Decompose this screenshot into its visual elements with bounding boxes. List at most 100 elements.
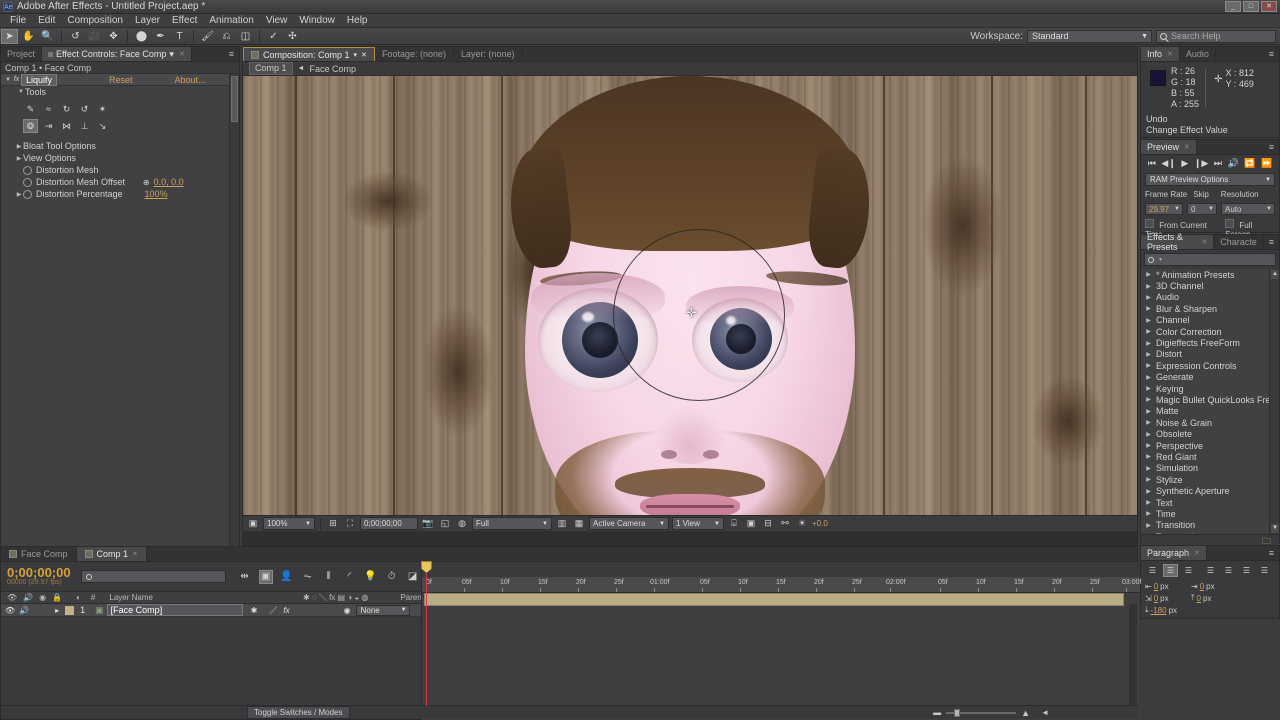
zoom-slider-track[interactable] xyxy=(946,708,1017,717)
list-item[interactable]: ▶ Perspective xyxy=(1141,440,1279,451)
minimize-button[interactable]: _ xyxy=(1225,1,1241,12)
panel-menu-icon[interactable]: ≡ xyxy=(1264,235,1279,249)
list-item[interactable]: ▶ * Animation Presets xyxy=(1141,269,1279,280)
bloat-tool-options-row[interactable]: ▶ Bloat Tool Options xyxy=(1,140,239,152)
grid-guides-icon[interactable]: ⊞ xyxy=(326,517,340,530)
auto-keyframe-icon[interactable]: ⏱ xyxy=(385,570,399,584)
disclosure-triangle-icon[interactable]: ▶ xyxy=(1145,408,1152,415)
zoom-level-select[interactable]: 100% ▼ xyxy=(263,517,315,530)
disclosure-triangle-icon[interactable]: ▼ xyxy=(4,77,12,83)
twirl-counterclockwise-tool-icon[interactable]: ↺ xyxy=(77,102,92,116)
justify-last-center-icon[interactable]: ☰ xyxy=(1221,564,1236,577)
list-item[interactable]: ▶ Expression Controls xyxy=(1141,360,1279,371)
chevron-down-icon[interactable]: ▾ xyxy=(169,49,174,60)
next-frame-icon[interactable]: ❙▶ xyxy=(1194,158,1208,169)
shape-tool-icon[interactable]: ⬤ xyxy=(133,29,150,44)
align-right-icon[interactable]: ☰ xyxy=(1181,564,1196,577)
layer-switch-shy[interactable]: ✱ xyxy=(251,606,258,615)
show-snapshot-icon[interactable]: ◱ xyxy=(438,517,452,530)
list-item[interactable]: ▶ Red Giant xyxy=(1141,451,1279,462)
indent-left-value[interactable]: 0 xyxy=(1154,582,1158,591)
turbulence-tool-icon[interactable]: ≈ xyxy=(41,102,56,116)
camera-tool-icon[interactable]: 🎥 xyxy=(86,29,103,44)
pixel-aspect-correction-icon[interactable]: ⌸ xyxy=(727,517,741,530)
disclosure-triangle-icon[interactable]: ▶ xyxy=(1145,510,1152,517)
close-icon[interactable]: ✕ xyxy=(132,550,138,558)
reflection-tool-icon[interactable]: ⋈ xyxy=(59,119,74,133)
disclosure-triangle-icon[interactable]: ▶ xyxy=(1145,271,1152,278)
draft-3d-icon[interactable]: ▣ xyxy=(258,569,273,584)
exposure-reset-icon[interactable]: ☀ xyxy=(795,517,809,530)
region-interest-toggle-icon[interactable]: ▥ xyxy=(555,517,569,530)
layer-audio-toggle[interactable]: 🔊 xyxy=(19,606,29,615)
reset-link[interactable]: Reset xyxy=(109,75,133,85)
close-icon[interactable]: ✕ xyxy=(1184,143,1190,151)
tab-footage[interactable]: Footage: (none) xyxy=(375,47,454,61)
menu-composition[interactable]: Composition xyxy=(61,14,129,28)
scrollbar-thumb[interactable] xyxy=(231,76,238,122)
tab-paragraph[interactable]: Paragraph ✕ xyxy=(1141,546,1207,560)
brainstorm-icon[interactable]: 💡 xyxy=(364,570,378,584)
space-after-value[interactable]: -180 xyxy=(1151,606,1167,615)
type-tool-icon[interactable]: T xyxy=(171,29,188,44)
puppet-tool-icon[interactable]: ✣ xyxy=(284,29,301,44)
menu-layer[interactable]: Layer xyxy=(129,14,166,28)
effects-search-input[interactable]: ▾ xyxy=(1144,253,1276,266)
disclosure-triangle-icon[interactable]: ▶ xyxy=(15,191,23,198)
justify-last-right-icon[interactable]: ☰ xyxy=(1239,564,1254,577)
tab-info[interactable]: Info ✕ xyxy=(1141,47,1180,61)
always-preview-icon[interactable]: ▣ xyxy=(246,517,260,530)
brush-tool-icon[interactable]: 🖌 xyxy=(199,29,216,44)
selection-tool-icon[interactable]: ➤ xyxy=(1,28,18,44)
menu-view[interactable]: View xyxy=(260,14,294,28)
list-item[interactable]: ▶ Blur & Sharpen xyxy=(1141,303,1279,314)
tab-composition[interactable]: Composition: Comp 1 ▾ ✕ xyxy=(243,47,375,61)
viewer-timecode[interactable]: 0;00;00;00 xyxy=(360,517,418,530)
align-left-icon[interactable]: ☰ xyxy=(1145,564,1160,577)
current-timecode[interactable]: 0;00;00;00 xyxy=(7,566,71,579)
list-item[interactable]: ▶ Matte xyxy=(1141,406,1279,417)
audio-toggle-icon[interactable]: 🔊 xyxy=(23,593,33,602)
panel-menu-icon[interactable]: ≡ xyxy=(1264,546,1279,560)
loop-icon[interactable]: 🔁 xyxy=(1244,158,1255,169)
twirl-clockwise-tool-icon[interactable]: ↻ xyxy=(59,102,74,116)
timeline-tracks[interactable] xyxy=(422,593,1140,720)
indent-left-field[interactable]: ⇤ 0 px xyxy=(1145,582,1185,591)
shift-pixels-tool-icon[interactable]: ⇥ xyxy=(41,119,56,133)
audio-icon[interactable]: 🔊 xyxy=(1228,158,1239,169)
menu-animation[interactable]: Animation xyxy=(203,14,259,28)
help-search-input[interactable]: Search Help xyxy=(1156,29,1276,43)
camera-select[interactable]: Active Camera ▼ xyxy=(589,517,669,530)
layer-parent-pick-whip[interactable]: ◉ xyxy=(344,606,351,615)
menu-effect[interactable]: Effect xyxy=(166,14,203,28)
disclosure-triangle-icon[interactable]: ▶ xyxy=(1145,499,1152,506)
ram-preview-icon[interactable]: ⏩ xyxy=(1261,158,1272,169)
disclosure-triangle-icon[interactable]: ▶ xyxy=(1145,328,1152,335)
list-item[interactable]: ▶ Simulation xyxy=(1141,463,1279,474)
disclosure-triangle-icon[interactable]: ▶ xyxy=(1145,351,1152,358)
enable-frame-blending-icon[interactable]: ⏦ xyxy=(301,570,315,584)
timeline-icon[interactable]: ⊟ xyxy=(761,517,775,530)
indent-right-field[interactable]: ⇥ 0 px xyxy=(1191,582,1231,591)
previous-frame-icon[interactable]: ◀❙ xyxy=(1161,158,1175,169)
layer-duration-bar[interactable] xyxy=(424,593,1124,606)
close-icon[interactable]: ✕ xyxy=(361,51,367,59)
tab-effect-controls[interactable]: Effect Controls: Face Comp ▾ ✕ xyxy=(42,47,192,61)
breadcrumb-comp1[interactable]: Comp 1 xyxy=(249,62,293,75)
close-icon[interactable]: ✕ xyxy=(179,50,185,58)
disclosure-triangle-icon[interactable]: ▶ xyxy=(1145,522,1152,529)
breadcrumb-face-comp[interactable]: Face Comp xyxy=(309,64,356,74)
disclosure-triangle-icon[interactable]: ▶ xyxy=(1145,533,1152,534)
resolution-select[interactable]: Auto ▼ xyxy=(1221,203,1275,215)
list-item[interactable]: ▶ Channel xyxy=(1141,315,1279,326)
indent-right-value[interactable]: 0 xyxy=(1200,582,1204,591)
effects-scrollbar[interactable]: ▲ ▼ xyxy=(1269,269,1279,534)
disclosure-triangle-icon[interactable]: ▶ xyxy=(1145,453,1152,460)
layer-name[interactable]: [Face Comp] xyxy=(106,604,243,616)
disclosure-triangle-icon[interactable]: ▶ xyxy=(1145,488,1152,495)
distortion-mesh-row[interactable]: Distortion Mesh xyxy=(1,164,239,176)
effect-controls-scrollbar[interactable] xyxy=(229,74,239,546)
effect-name-label[interactable]: Liquify xyxy=(21,74,58,86)
effects-category-list[interactable]: ▶ * Animation Presets ▶ 3D Channel ▶ Audio … xyxy=(1141,269,1279,534)
rotation-tool-icon[interactable]: ↺ xyxy=(67,29,84,44)
